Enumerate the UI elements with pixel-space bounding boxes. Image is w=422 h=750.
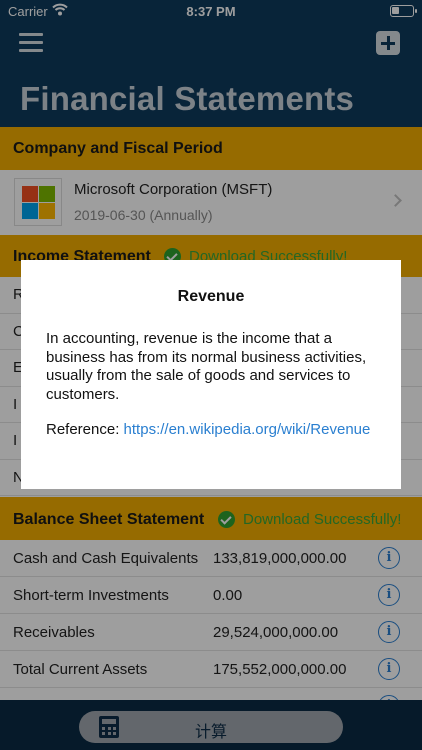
- reference-label: Reference:: [46, 421, 124, 438]
- dialog-body: In accounting, revenue is the income tha…: [46, 330, 367, 403]
- reference-link[interactable]: https://en.wikipedia.org/wiki/Revenue: [124, 421, 371, 438]
- dialog-title: Revenue: [177, 288, 245, 305]
- definition-dialog: Revenue In accounting, revenue is the in…: [21, 260, 401, 489]
- dialog-reference: Reference: https://en.wikipedia.org/wiki…: [46, 421, 376, 440]
